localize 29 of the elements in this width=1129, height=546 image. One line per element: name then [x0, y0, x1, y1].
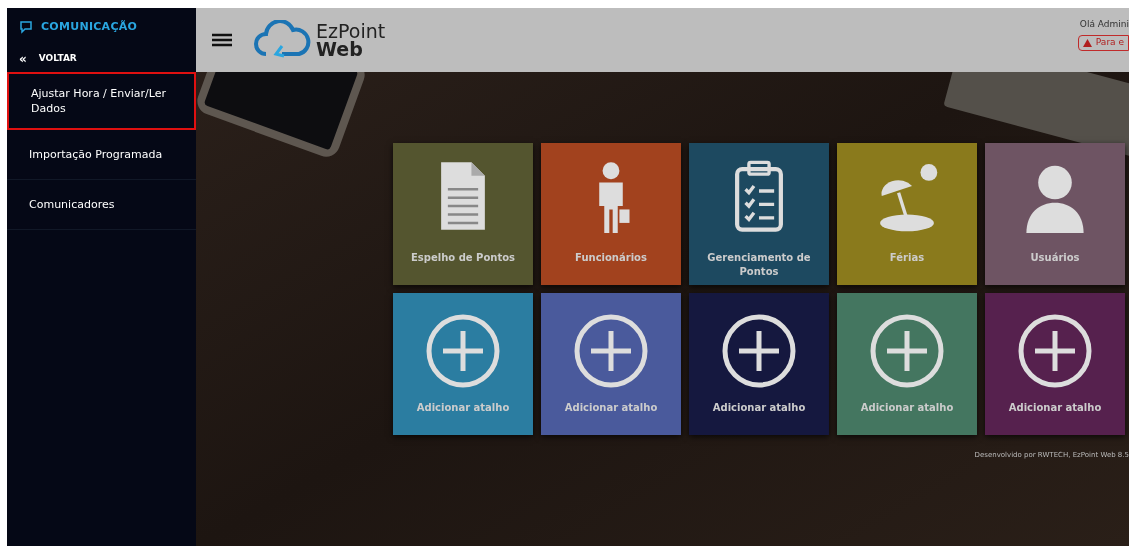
- alert-badge: Para e: [1077, 35, 1129, 51]
- shortcut-tile[interactable]: Adicionar atalho: [689, 293, 829, 435]
- back-link[interactable]: « VOLTAR: [7, 46, 196, 72]
- tile-label: Espelho de Pontos: [410, 251, 516, 265]
- shortcut-tile[interactable]: Funcionários: [541, 143, 681, 285]
- shortcut-tile[interactable]: Usuários: [985, 143, 1125, 285]
- greeting-text: Olá Admini: [1079, 17, 1129, 31]
- shortcut-tile[interactable]: Espelho de Pontos: [393, 143, 533, 285]
- shortcut-tile[interactable]: Adicionar atalho: [985, 293, 1125, 435]
- chat-icon: [19, 20, 33, 34]
- cloud-logo-icon: [252, 20, 312, 60]
- tile-label: Adicionar atalho: [859, 401, 955, 415]
- sidebar-item[interactable]: Ajustar Hora / Enviar/Ler Dados: [7, 72, 196, 130]
- tile-label: Gerenciamento de Pontos: [706, 251, 812, 279]
- shortcut-tile[interactable]: Adicionar atalho: [837, 293, 977, 435]
- tile-label: Adicionar atalho: [711, 401, 807, 415]
- logo-text: EzPoint: [316, 22, 386, 40]
- shortcut-tile[interactable]: Adicionar atalho: [541, 293, 681, 435]
- tile-label: Adicionar atalho: [1007, 401, 1103, 415]
- section-title: COMUNICAÇÃO: [41, 18, 138, 35]
- shortcut-tile[interactable]: Gerenciamento de Pontos: [689, 143, 829, 285]
- tile-label: Adicionar atalho: [563, 401, 659, 415]
- tile-label: Adicionar atalho: [415, 401, 511, 415]
- logo-text: Web: [316, 40, 364, 58]
- tile-label: Funcionários: [574, 251, 648, 265]
- warning-icon: [1082, 38, 1092, 47]
- tile-label: Férias: [888, 251, 926, 265]
- tile-label: Usuários: [1029, 251, 1081, 265]
- menu-icon[interactable]: [212, 33, 232, 47]
